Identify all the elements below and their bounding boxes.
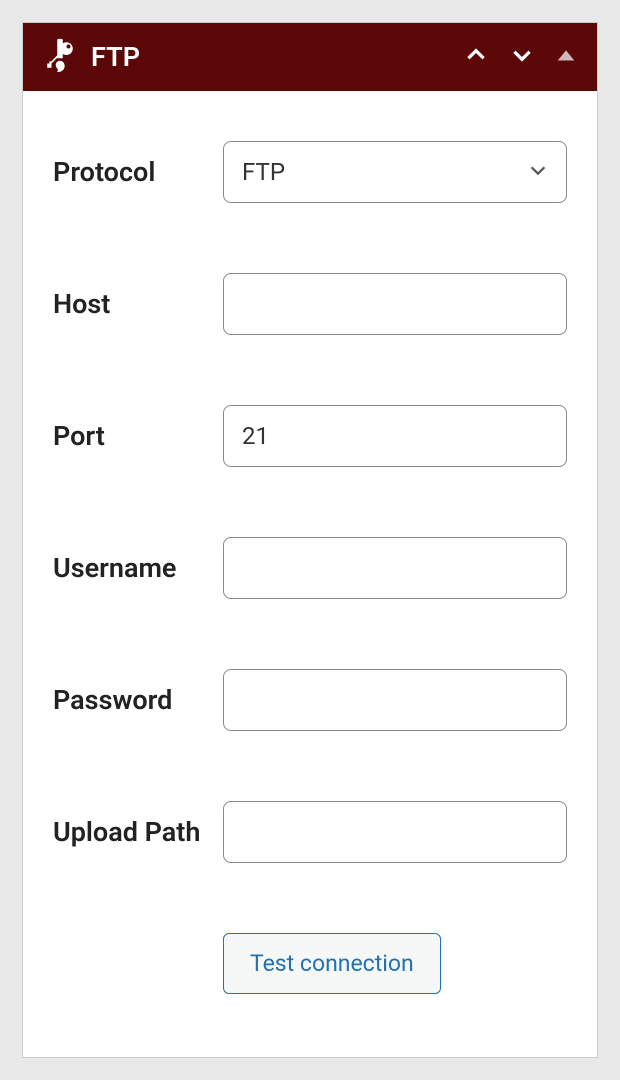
host-label: Host [53, 273, 223, 322]
test-connection-button[interactable]: Test connection [223, 933, 441, 994]
move-up-icon[interactable] [463, 42, 489, 72]
password-input[interactable] [223, 669, 567, 731]
password-row: Password [53, 669, 567, 731]
ftp-settings-panel: FTP Protocol FTP [22, 22, 598, 1058]
host-input[interactable] [223, 273, 567, 335]
password-label: Password [53, 669, 223, 718]
port-label: Port [53, 405, 223, 454]
panel-header-controls [463, 42, 577, 72]
username-label: Username [53, 537, 223, 586]
panel-body: Protocol FTP Host Port [23, 91, 597, 1024]
username-row: Username [53, 537, 567, 599]
key-icon [43, 38, 77, 76]
upload-path-row: Upload Path [53, 801, 567, 863]
protocol-select[interactable]: FTP [223, 141, 567, 203]
collapse-toggle-icon[interactable] [555, 44, 577, 70]
upload-path-label: Upload Path [53, 801, 223, 850]
test-connection-row: Test connection [53, 933, 567, 994]
protocol-row: Protocol FTP [53, 141, 567, 203]
move-down-icon[interactable] [509, 42, 535, 72]
username-input[interactable] [223, 537, 567, 599]
host-row: Host [53, 273, 567, 335]
port-input[interactable] [223, 405, 567, 467]
upload-path-input[interactable] [223, 801, 567, 863]
panel-title: FTP [91, 41, 463, 73]
panel-header: FTP [23, 23, 597, 91]
protocol-label: Protocol [53, 141, 223, 190]
port-row: Port [53, 405, 567, 467]
